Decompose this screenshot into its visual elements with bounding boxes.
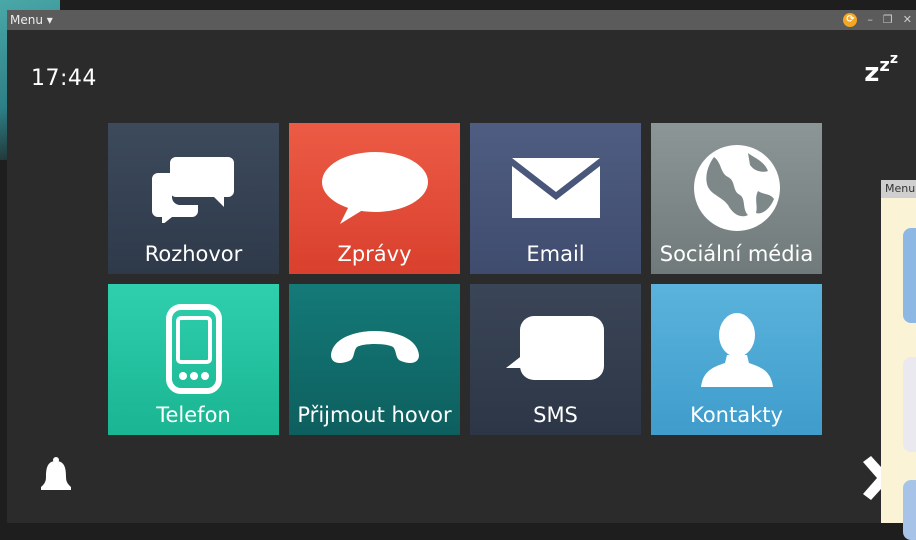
app-tile-grid: Rozhovor Zprávy Email Sociální média Tel… (108, 123, 822, 435)
speech-bubble-icon (321, 152, 428, 224)
tile-email[interactable]: Email (470, 123, 641, 274)
chat-bubbles-icon (151, 157, 234, 223)
tile-label: Rozhovor (144, 242, 243, 266)
tile-prijmout-hovor[interactable]: Přijmout hovor (289, 284, 460, 435)
tile-label: Kontakty (690, 403, 783, 427)
tile-label: Zprávy (337, 242, 412, 266)
tile-telefon[interactable]: Telefon (108, 284, 279, 435)
app-window: Menu ▾ ⟳ – ❐ ✕ 17:44 zzz Rozhovor Zprávy… (7, 10, 916, 523)
window-menu[interactable]: Menu ▾ (10, 10, 53, 30)
globe-icon (693, 145, 780, 231)
tile-socialni-media[interactable]: Sociální média (651, 123, 822, 274)
tile-label: Přijmout hovor (297, 403, 452, 427)
contact-person-icon (700, 313, 773, 387)
tile-label: Email (526, 242, 585, 266)
tile-kontakty[interactable]: Kontakty (651, 284, 822, 435)
tile-label: Sociální média (659, 242, 814, 266)
window-controls: ⟳ – ❐ ✕ (843, 10, 912, 30)
tile-label: Telefon (156, 403, 231, 427)
tile-label: SMS (533, 403, 578, 427)
sms-bubble-icon (505, 316, 604, 380)
clock: 17:44 (31, 66, 97, 91)
close-button[interactable]: ✕ (903, 10, 912, 30)
mobile-phone-icon (165, 304, 222, 394)
second-window: Menu (881, 180, 916, 540)
sleep-icon[interactable]: zzz (864, 51, 898, 88)
tile-sms[interactable]: SMS (470, 284, 641, 435)
sync-icon[interactable]: ⟳ (843, 13, 858, 27)
tile-zpravy[interactable]: Zprávy (289, 123, 460, 274)
bell-icon[interactable] (39, 457, 73, 497)
tile-rozhovor[interactable]: Rozhovor (108, 123, 279, 274)
second-window-tile[interactable] (903, 357, 916, 452)
phone-handset-icon (330, 331, 419, 363)
second-window-tile[interactable] (903, 228, 916, 323)
minimize-button[interactable]: – (867, 10, 873, 30)
restore-button[interactable]: ❐ (883, 10, 893, 30)
second-window-tile[interactable] (903, 480, 916, 540)
envelope-icon (511, 158, 600, 218)
second-window-menu[interactable]: Menu (881, 180, 916, 198)
title-bar: Menu ▾ ⟳ – ❐ ✕ (7, 10, 916, 30)
